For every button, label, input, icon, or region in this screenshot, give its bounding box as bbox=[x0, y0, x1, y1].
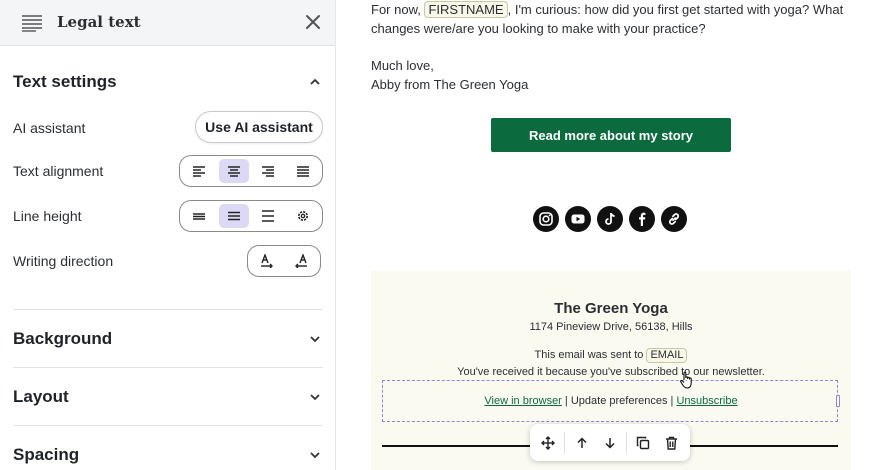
instagram-icon[interactable] bbox=[533, 206, 559, 232]
toolbar-separator bbox=[626, 431, 628, 454]
settings-gear-icon[interactable] bbox=[288, 204, 319, 228]
writing-direction-label: Writing direction bbox=[13, 253, 114, 269]
close-icon[interactable] bbox=[302, 11, 324, 33]
divider bbox=[13, 425, 323, 426]
section-title-background[interactable]: Background bbox=[13, 329, 112, 349]
update-preferences-text[interactable]: Update preferences bbox=[571, 395, 668, 407]
chevron-up-icon[interactable] bbox=[308, 75, 322, 89]
social-icons bbox=[533, 206, 687, 232]
panel-header: Legal text bbox=[0, 0, 335, 46]
email-signoff-block[interactable]: Much love, Abby from The Green Yoga bbox=[371, 56, 528, 94]
footer-address: 1174 Pineview Drive, 56138, Hills bbox=[529, 321, 693, 333]
text-alignment-label: Text alignment bbox=[13, 163, 104, 179]
resize-handle[interactable] bbox=[836, 395, 840, 407]
toolbar-separator bbox=[564, 431, 566, 454]
signoff-text: Much love, bbox=[371, 58, 434, 73]
line-height-label: Line height bbox=[13, 208, 82, 224]
arrow-up-icon[interactable] bbox=[567, 428, 595, 458]
line-height-group bbox=[179, 200, 323, 232]
ltr-direction-icon[interactable] bbox=[252, 249, 282, 273]
read-more-button[interactable]: Read more about my story bbox=[491, 118, 731, 152]
email-preview: For now, FIRSTNAME, I'm curious: how did… bbox=[337, 0, 883, 470]
legal-text-block[interactable]: View in browser | Update preferences | U… bbox=[382, 380, 840, 422]
arrow-down-icon[interactable] bbox=[596, 428, 624, 458]
email-paragraph[interactable]: For now, FIRSTNAME, I'm curious: how did… bbox=[371, 0, 843, 38]
unsubscribe-link[interactable]: Unsubscribe bbox=[676, 395, 737, 407]
ai-assistant-label: AI assistant bbox=[13, 120, 86, 136]
move-icon[interactable] bbox=[534, 428, 562, 458]
hand-pointer-icon bbox=[680, 371, 692, 389]
use-ai-assistant-button[interactable]: Use AI assistant bbox=[195, 111, 323, 143]
duplicate-icon[interactable] bbox=[629, 428, 657, 458]
chevron-down-icon[interactable] bbox=[308, 390, 322, 404]
section-title-spacing[interactable]: Spacing bbox=[13, 445, 79, 465]
rtl-direction-icon[interactable] bbox=[286, 249, 316, 273]
align-justify-icon[interactable] bbox=[288, 159, 319, 183]
legal-links: View in browser | Update preferences | U… bbox=[383, 395, 839, 407]
sent-to-text: This email was sent to bbox=[534, 349, 644, 361]
view-in-browser-link[interactable]: View in browser bbox=[484, 395, 561, 407]
link-icon[interactable] bbox=[661, 206, 687, 232]
link-separator: | bbox=[561, 395, 571, 407]
paragraph-text: , I'm curious: how did you first get sta… bbox=[507, 2, 844, 17]
settings-panel: Legal text Text settings AI assistant Us… bbox=[0, 0, 336, 470]
line-height-normal-icon[interactable] bbox=[218, 204, 249, 228]
align-center-icon[interactable] bbox=[218, 159, 249, 183]
writing-direction-group bbox=[247, 245, 321, 277]
text-alignment-group bbox=[179, 155, 323, 187]
chevron-down-icon[interactable] bbox=[308, 448, 322, 462]
paragraph-text: changes were/are you looking to make wit… bbox=[371, 21, 706, 36]
footer-brand: The Green Yoga bbox=[554, 300, 668, 317]
footer-sent-to: This email was sent to EMAIL bbox=[371, 348, 851, 363]
tiktok-icon[interactable] bbox=[597, 206, 623, 232]
paragraph-text: For now, bbox=[371, 2, 421, 17]
chevron-down-icon[interactable] bbox=[308, 332, 322, 346]
merge-tag-email[interactable]: EMAIL bbox=[646, 348, 688, 363]
section-title-layout[interactable]: Layout bbox=[13, 387, 69, 407]
align-left-icon[interactable] bbox=[184, 159, 215, 183]
trash-icon[interactable] bbox=[658, 428, 686, 458]
line-height-compact-icon[interactable] bbox=[184, 204, 215, 228]
align-right-icon[interactable] bbox=[253, 159, 284, 183]
merge-tag-firstname[interactable]: FIRSTNAME bbox=[424, 1, 508, 18]
panel-title: Legal text bbox=[57, 13, 141, 31]
divider bbox=[13, 367, 323, 368]
footer-reason: You've received it because you've subscr… bbox=[457, 366, 765, 378]
section-title-text-settings[interactable]: Text settings bbox=[13, 72, 117, 92]
divider bbox=[13, 309, 323, 310]
line-height-loose-icon[interactable] bbox=[253, 204, 284, 228]
signature-text: Abby from The Green Yoga bbox=[371, 77, 529, 92]
facebook-icon[interactable] bbox=[629, 206, 655, 232]
youtube-icon[interactable] bbox=[565, 206, 591, 232]
block-toolbar bbox=[530, 424, 690, 461]
text-lines-icon bbox=[22, 15, 42, 32]
